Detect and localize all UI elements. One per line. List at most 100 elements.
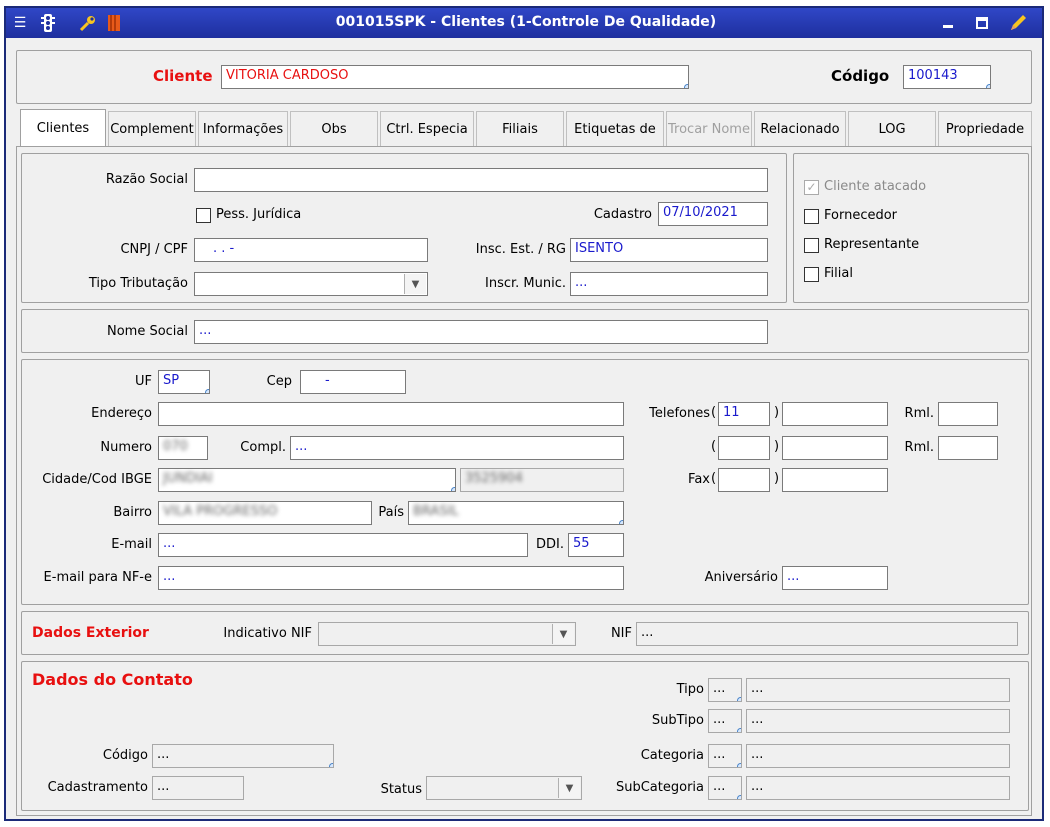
codigo-input[interactable]: 100143 [903,65,991,89]
chevron-down-icon[interactable]: ▼ [558,778,580,798]
ddd-1-input[interactable]: 11 [718,402,770,426]
cadastramento-input[interactable]: ... [152,776,244,800]
cliente-input[interactable]: VITORIA CARDOSO [221,65,689,89]
categoria-code-input[interactable]: ... [708,744,742,768]
cidade-label: Cidade/Cod IBGE [42,472,152,487]
ddd-2-input[interactable] [718,436,770,460]
chevron-down-icon[interactable]: ▼ [552,624,574,644]
tipo-code-input[interactable]: ... [708,678,742,702]
filial-checkbox[interactable] [804,267,819,282]
fornecedor-checkbox[interactable] [804,209,819,224]
book-icon[interactable] [104,13,124,33]
tab-log[interactable]: LOG [848,111,936,147]
cnpj-label: CNPJ / CPF [120,242,188,257]
email-nfe-input[interactable]: ... [158,566,624,590]
codigo-label: Código [831,67,890,85]
representante-checkbox[interactable] [804,238,819,253]
subcategoria-code-input[interactable]: ... [708,776,742,800]
contato-panel: Dados do Contato Código ... Cadastrament… [21,661,1029,811]
email-label: E-mail [111,537,152,552]
tab-filiais[interactable]: Filiais [476,111,564,147]
chevron-down-icon[interactable]: ▼ [404,274,426,294]
tab-obs[interactable]: Obs [290,111,378,147]
tab-relacionado[interactable]: Relacionado [754,111,846,147]
telefones-label: Telefones [649,406,710,421]
numero-input[interactable]: 070 [158,436,208,460]
subtipo-code-input[interactable]: ... [708,709,742,733]
telefone-2-input[interactable] [782,436,888,460]
tab-etiquetas-de[interactable]: Etiquetas de [566,111,664,147]
cep-input[interactable]: - [300,370,406,394]
razao-social-input[interactable] [194,168,768,192]
tab-complement[interactable]: Complement [108,111,196,147]
pais-value: BRASIL [413,504,459,519]
tab-trocar-nome[interactable]: Trocar Nome [666,111,752,147]
traffic-light-icon[interactable] [38,13,58,33]
fax-ddd-input[interactable] [718,468,770,492]
tipo-desc-field: ... [746,678,1010,702]
flags-panel: ✓ Cliente atacado Fornecedor Representan… [793,153,1029,303]
razao-social-label: Razão Social [105,172,188,187]
telefone-1-input[interactable] [782,402,888,426]
numero-label: Numero [100,440,152,455]
endereco-input[interactable] [158,402,624,426]
categoria-desc-field: ... [746,744,1010,768]
rml-1-input[interactable] [938,402,998,426]
tab-ctrl-especia[interactable]: Ctrl. Especia [380,111,474,147]
uf-input[interactable]: SP [158,370,210,394]
cadastramento-label: Cadastramento [47,780,148,795]
cadastro-date-input[interactable]: 07/10/2021 [658,202,768,226]
codigo-value: 100143 [908,68,958,83]
pais-input[interactable]: BRASIL [408,501,624,525]
fax-input[interactable] [782,468,888,492]
cidade-input[interactable]: JUNDIAI [158,468,456,492]
bairro-input[interactable]: VILA PROGRESSO [158,501,372,525]
numero-value: 070 [163,439,188,454]
cliente-atacado-checkbox[interactable]: ✓ [804,180,819,195]
compl-input[interactable]: ... [290,436,624,460]
title-bar[interactable]: ☰ 001015SPK - Clientes (1-Controle De Qu… [6,8,1042,38]
filial-label: Filial [824,266,853,281]
cnpj-input[interactable]: . . - [194,238,428,262]
subtipo-desc-field: ... [746,709,1010,733]
contato-codigo-input[interactable]: ... [152,744,334,768]
indicativo-nif-select[interactable]: ▼ [318,622,576,646]
cep-label: Cep [266,374,292,389]
endereco-panel: UF SP Cep - Endereço Numero 070 Compl. .… [21,359,1029,605]
paren-open: ( [711,471,717,486]
edit-pencil-icon[interactable] [1008,14,1028,32]
ddi-label: DDI. [536,537,564,552]
pess-juridica-checkbox[interactable] [196,208,211,223]
representante-label: Representante [824,237,920,252]
maximize-button[interactable] [972,14,992,32]
subcategoria-label: SubCategoria [615,780,704,795]
tipo-tributacao-label: Tipo Tributação [88,276,188,291]
bairro-value: VILA PROGRESSO [163,504,278,519]
wrench-icon[interactable] [78,13,98,33]
nome-social-input[interactable]: ... [194,320,768,344]
inscr-munic-input[interactable]: ... [570,272,768,296]
menu-icon[interactable]: ☰ [10,13,30,33]
tab-clientes[interactable]: Clientes [20,109,106,147]
nif-input[interactable]: ... [636,622,1018,646]
fax-label: Fax [688,472,710,487]
tab-propriedade[interactable]: Propriedade [938,111,1032,147]
uf-value: SP [163,373,180,388]
inscr-munic-label: Inscr. Munic. [485,276,566,291]
status-select[interactable]: ▼ [426,776,582,800]
ddi-input[interactable]: 55 [568,533,624,557]
tab-informa-es[interactable]: Informações [198,111,288,147]
nome-social-panel: Nome Social ... [21,309,1029,353]
email-input[interactable]: ... [158,533,528,557]
aniversario-input[interactable]: ... [782,566,888,590]
minimize-button[interactable] [938,14,958,32]
tipo-tributacao-select[interactable]: ▼ [194,272,428,296]
insc-est-input[interactable]: ISENTO [570,238,768,262]
email-nfe-label: E-mail para NF-e [43,570,152,585]
client-header-panel: Cliente VITORIA CARDOSO Código 100143 [16,50,1032,104]
bairro-label: Bairro [113,505,152,520]
tab-content: Razão Social Pess. Jurídica Cadastro 07/… [16,146,1032,816]
cadastro-panel: Razão Social Pess. Jurídica Cadastro 07/… [21,153,787,303]
insc-est-label: Insc. Est. / RG [475,242,566,257]
rml-2-input[interactable] [938,436,998,460]
